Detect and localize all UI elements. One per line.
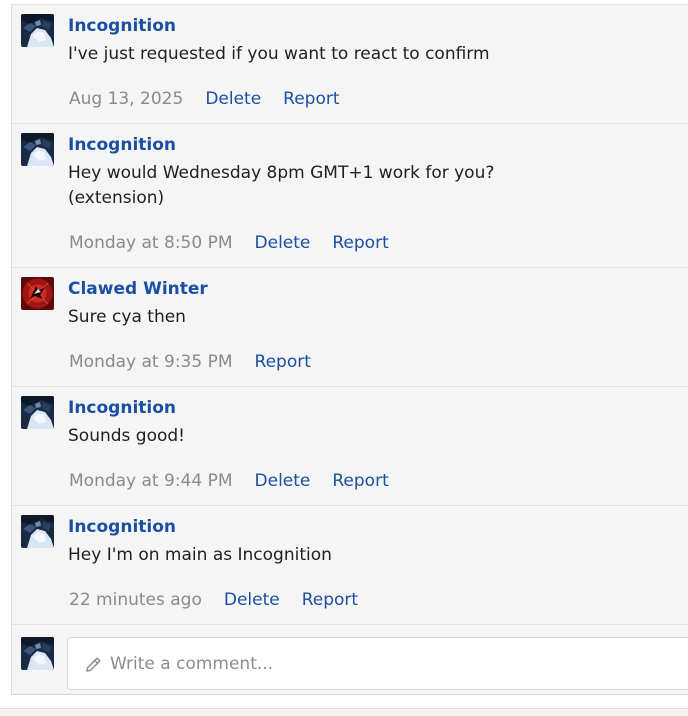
comment-meta: Monday at 9:44 PM Delete Report [69,471,389,491]
comment-input-placeholder: Write a comment... [110,654,274,674]
comment-author[interactable]: Incognition [68,398,176,418]
report-link[interactable]: Report [302,590,358,610]
delete-link[interactable]: Delete [255,233,311,253]
incognition-avatar-icon[interactable] [21,396,54,429]
comment-text: Hey I'm on main as Incognition [68,545,332,565]
comment-composer: Write a comment... [12,629,688,695]
comment-meta: Aug 13, 2025 Delete Report [69,89,340,109]
report-link[interactable]: Report [255,352,311,372]
comment-item: Clawed Winter Sure cya then Monday at 9:… [12,268,688,387]
comment-timestamp[interactable]: Monday at 8:50 PM [69,233,233,253]
comment-author[interactable]: Clawed Winter [68,279,208,299]
comment-meta: Monday at 8:50 PM Delete Report [69,233,389,253]
incognition-avatar-icon[interactable] [21,133,54,166]
comment-text: Sure cya then [68,307,186,327]
delete-link[interactable]: Delete [224,590,280,610]
comment-timestamp[interactable]: Monday at 9:35 PM [69,352,233,372]
clawed-winter-avatar-icon[interactable] [21,277,54,310]
comment-meta: 22 minutes ago Delete Report [69,590,358,610]
incognition-avatar-icon[interactable] [21,14,54,47]
comment-item: Incognition Hey I'm on main as Incogniti… [12,506,688,625]
comment-item: Incognition I've just requested if you w… [12,5,688,124]
comment-timestamp[interactable]: Aug 13, 2025 [69,89,183,109]
comment-author[interactable]: Incognition [68,135,176,155]
delete-link[interactable]: Delete [255,471,311,491]
comment-text: Hey would Wednesday 8pm GMT+1 work for y… [68,163,495,208]
incognition-avatar-icon[interactable] [21,515,54,548]
comment-thread: Incognition I've just requested if you w… [11,4,688,695]
comment-meta: Monday at 9:35 PM Report [69,352,311,372]
comment-item: Incognition Sounds good! Monday at 9:44 … [12,387,688,506]
incognition-avatar-icon [21,637,54,670]
comment-input[interactable]: Write a comment... [67,637,688,690]
report-link[interactable]: Report [332,233,388,253]
comment-text: I've just requested if you want to react… [68,44,490,64]
comment-author[interactable]: Incognition [68,517,176,537]
comment-item: Incognition Hey would Wednesday 8pm GMT+… [12,124,688,268]
report-link[interactable]: Report [332,471,388,491]
comment-timestamp[interactable]: 22 minutes ago [69,590,202,610]
report-link[interactable]: Report [283,89,339,109]
delete-link[interactable]: Delete [205,89,261,109]
comment-author[interactable]: Incognition [68,16,176,36]
comment-text: Sounds good! [68,426,185,446]
pencil-icon [84,656,102,678]
comment-timestamp[interactable]: Monday at 9:44 PM [69,471,233,491]
